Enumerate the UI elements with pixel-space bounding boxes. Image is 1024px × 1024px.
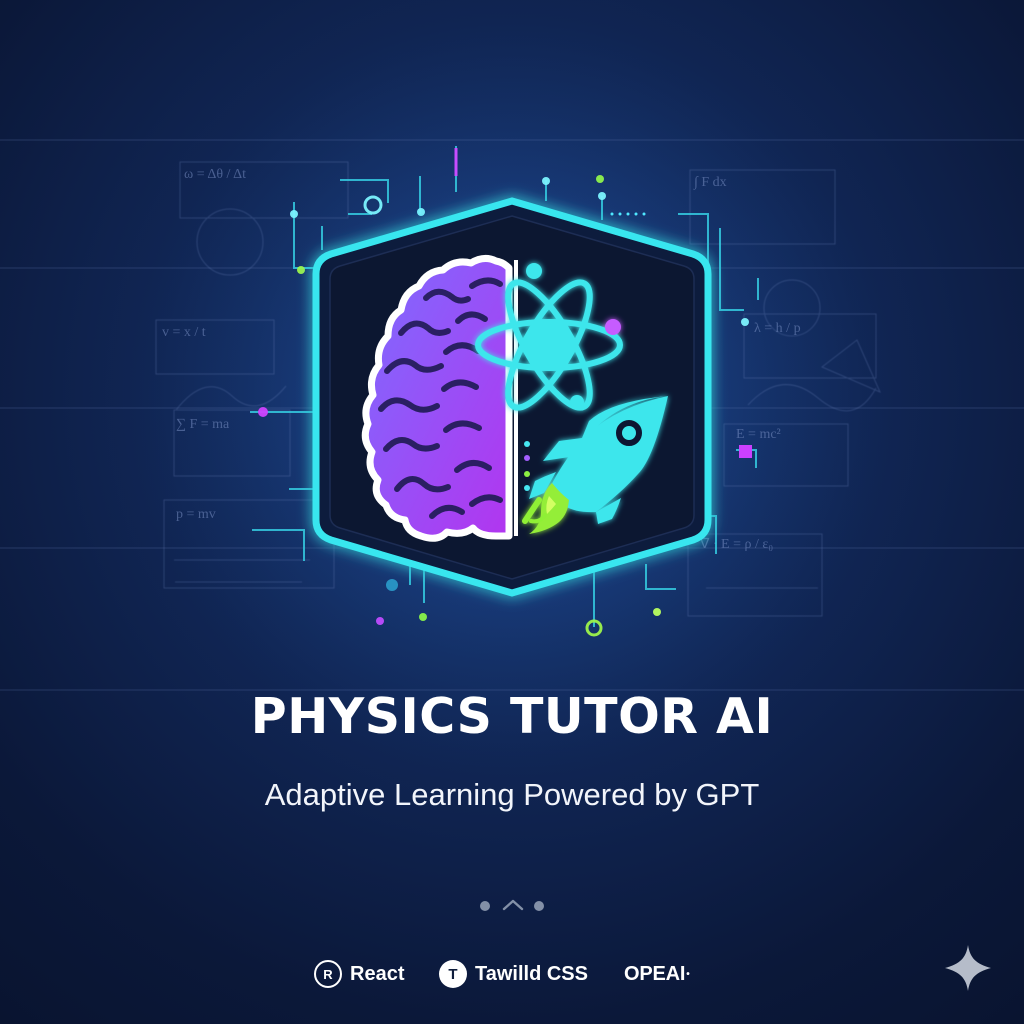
tech-label-tailwind: Tawilld CSS [475,962,588,985]
chevron-up-icon[interactable] [500,896,526,914]
react-icon: R [314,960,342,988]
pagination-control[interactable] [478,896,548,916]
page-dot[interactable] [480,901,490,911]
tech-label-react: React [350,962,405,985]
sparkle-icon [945,945,991,991]
openai-icon: • [686,968,690,980]
tech-label-openai: OPEAI [624,962,686,985]
page-dot[interactable] [534,901,544,911]
tech-openai: OPEAI • [624,958,690,990]
page-subtitle: Adaptive Learning Powered by GPT [264,777,760,812]
tech-react: R React [314,958,404,990]
hero-screen: ω = Δθ / Δt ∫ F dx v = x / t λ = h / p ∑… [0,0,1024,1024]
page-title: PHYSICS TUTOR AI [250,688,774,745]
tailwind-icon: T [439,960,467,988]
main-logo-artwork [312,197,712,597]
tech-tailwind: T Tawilld CSS [439,958,588,990]
